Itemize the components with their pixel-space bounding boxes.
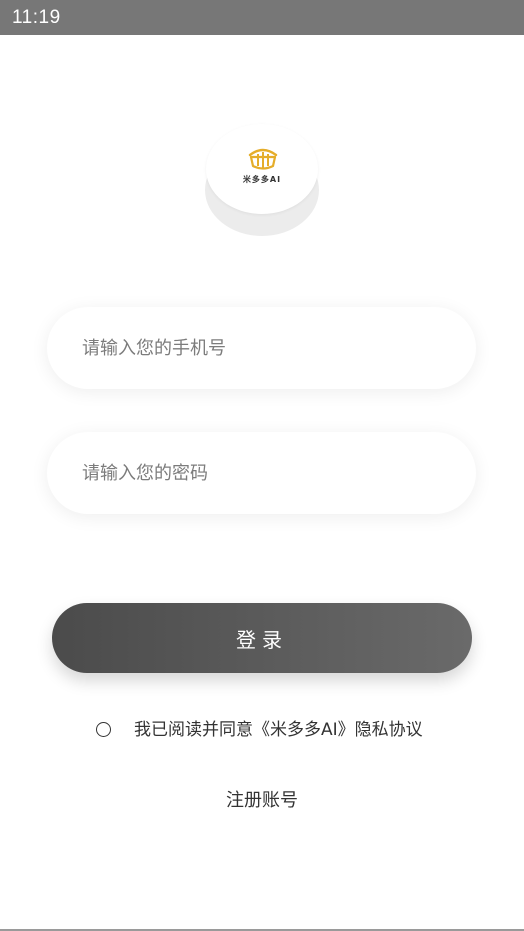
agreement-radio[interactable]	[96, 722, 111, 737]
login-button[interactable]: 登录	[52, 603, 472, 673]
mibo-logo-icon	[248, 148, 278, 170]
password-input[interactable]	[82, 432, 442, 514]
status-time: 11:19	[12, 7, 61, 28]
phone-field[interactable]	[47, 307, 476, 389]
agreement-text: 我已阅读并同意《米多多AI》隐私协议	[134, 720, 423, 740]
register-link[interactable]: 注册账号	[0, 789, 524, 813]
logo-badge: 米多多AI	[206, 124, 318, 214]
phone-input[interactable]	[82, 307, 442, 389]
app-logo: 米多多AI	[205, 124, 319, 236]
status-bar: 11:19	[0, 0, 524, 35]
logo-text: 米多多AI	[242, 175, 282, 184]
password-field[interactable]	[47, 432, 476, 514]
